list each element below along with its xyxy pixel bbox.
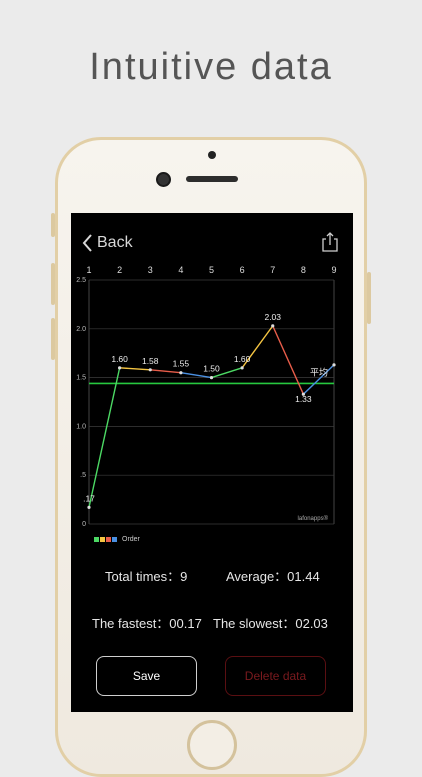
data-label: 1.60 [234, 354, 251, 364]
legend-swatch-yellow [100, 537, 105, 542]
volume-up-button [51, 263, 55, 305]
x-tick-label: 2 [117, 265, 122, 275]
legend-swatch-blue [112, 537, 117, 542]
x-tick-label: 4 [178, 265, 183, 275]
y-tick-label: 1.5 [76, 375, 86, 382]
x-tick-label: 3 [148, 265, 153, 275]
slowest-stat: The slowest：02.03 [213, 616, 328, 631]
legend-swatch-green [94, 537, 99, 542]
data-point [240, 366, 244, 370]
fastest-stat: The fastest：00.17 [92, 616, 202, 631]
legend-swatch-red [106, 537, 111, 542]
data-point [118, 366, 122, 370]
save-button[interactable]: Save [96, 656, 197, 696]
promo-headline: Intuitive data [89, 46, 333, 88]
data-label: 1.55 [173, 359, 190, 369]
home-button [187, 720, 237, 770]
legend-label: Order [122, 536, 140, 543]
x-tick-label: 7 [270, 265, 275, 275]
data-label: 1.33 [295, 394, 312, 404]
series-segment [150, 369, 181, 374]
data-label: 2.03 [264, 312, 281, 322]
power-button [367, 272, 371, 324]
times-line-chart: 2.5 2.0 1.5 1.0 .5 0 1 2 3 4 5 6 7 8 9 .17 1.60 1.58 1.55 1… [76, 265, 336, 528]
data-point [209, 376, 214, 380]
data-point [271, 324, 275, 328]
x-tick-label: 5 [209, 265, 214, 275]
total-times-stat: Total times：9 [105, 569, 188, 584]
earpiece-speaker [186, 176, 238, 182]
data-point [332, 363, 336, 367]
back-button[interactable]: Back [82, 233, 133, 253]
watermark: lafonapps® [298, 515, 329, 522]
data-label: 1.60 [111, 354, 128, 364]
data-point [87, 505, 91, 510]
x-tick-label: 1 [86, 265, 91, 275]
y-tick-label: 2.5 [76, 277, 86, 284]
y-tick-label: .5 [80, 472, 86, 479]
chart-legend: Order [94, 536, 140, 543]
y-tick-label: 0 [82, 521, 86, 528]
data-label: 1.50 [203, 364, 220, 374]
x-tick-label: 6 [240, 265, 245, 275]
back-label: Back [97, 234, 133, 251]
series-segment [88, 367, 121, 508]
volume-down-button [51, 318, 55, 360]
y-tick-label: 1.0 [76, 423, 86, 430]
mute-switch [51, 213, 55, 237]
front-camera [156, 172, 171, 187]
average-label: 平均 [310, 366, 328, 378]
average-stat: Average：01.44 [226, 569, 320, 584]
share-icon [322, 232, 338, 252]
delete-data-button[interactable]: Delete data [225, 656, 326, 696]
data-label: 1.58 [142, 356, 159, 366]
data-point [179, 371, 183, 375]
data-label: .17 [83, 493, 95, 503]
y-tick-label: 2.0 [76, 326, 86, 333]
app-screen: Back 2.5 2.0 1.5 1.0 .5 0 1 2 3 4 5 6 7 8 9 .17 1.60 1.58… [71, 213, 353, 712]
proximity-sensor [208, 151, 216, 159]
share-button[interactable] [322, 232, 338, 257]
data-point [148, 368, 152, 372]
x-tick-label: 8 [301, 265, 306, 275]
navigation-bar: Back [71, 213, 353, 268]
series-segment [119, 367, 151, 371]
x-tick-label: 9 [331, 265, 336, 275]
chevron-left-icon [82, 234, 92, 252]
